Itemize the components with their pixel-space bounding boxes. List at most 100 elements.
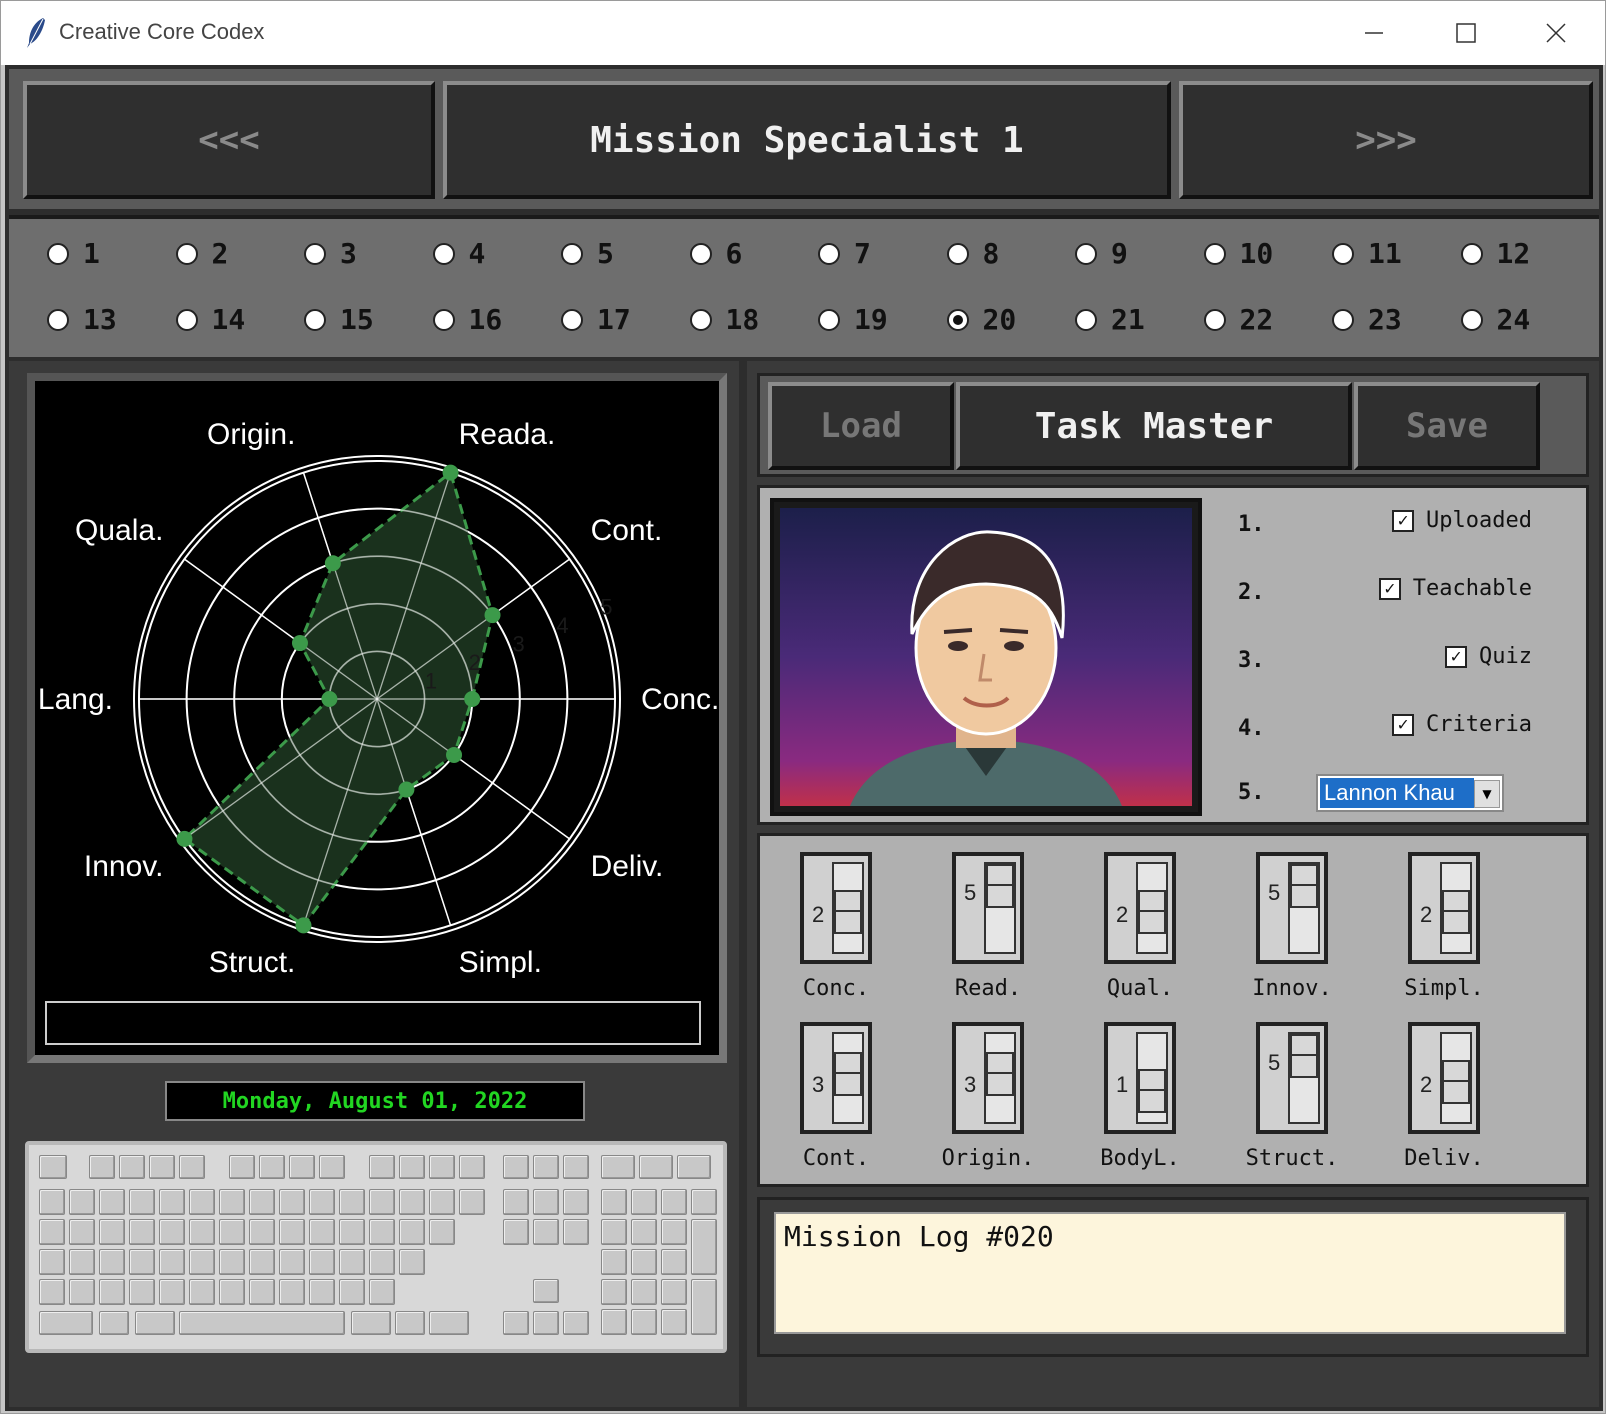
radio-button[interactable]	[1332, 308, 1354, 331]
radio-18[interactable]: 18	[689, 303, 759, 336]
chevron-down-icon[interactable]: ▼	[1474, 780, 1500, 808]
close-icon[interactable]	[1533, 11, 1579, 55]
maximize-icon[interactable]	[1443, 11, 1489, 55]
slider-thumb[interactable]	[986, 1052, 1014, 1096]
radio-button[interactable]	[1460, 308, 1483, 331]
checkbox-uploaded[interactable]: ✓ Uploaded	[1392, 508, 1532, 533]
radar-ring-label: 2	[469, 650, 481, 675]
slider-simpl[interactable]: 2	[1408, 852, 1480, 964]
keyboard-key	[129, 1249, 155, 1275]
radio-8[interactable]: 8	[946, 237, 999, 270]
slider-innov[interactable]: 5	[1256, 852, 1328, 964]
radio-button[interactable]	[689, 242, 712, 265]
checkmark-icon[interactable]: ✓	[1392, 713, 1415, 736]
radio-button[interactable]	[432, 308, 455, 331]
radio-button[interactable]	[946, 242, 969, 265]
radio-button[interactable]	[304, 242, 326, 265]
slider-thumb[interactable]	[834, 1052, 862, 1096]
load-button[interactable]: Load	[768, 382, 954, 470]
radio-button[interactable]	[561, 308, 583, 331]
slider-thumb[interactable]	[1442, 1060, 1470, 1104]
slider-thumb[interactable]	[1138, 1069, 1166, 1113]
slider-track[interactable]	[1136, 862, 1168, 954]
radio-button[interactable]	[1460, 242, 1483, 265]
radio-button[interactable]	[304, 308, 326, 331]
radio-20[interactable]: 20	[946, 303, 1016, 336]
radio-21[interactable]: 21	[1075, 303, 1145, 336]
radio-button[interactable]	[432, 242, 455, 265]
slider-thumb[interactable]	[1442, 890, 1470, 934]
slider-track[interactable]	[832, 862, 864, 954]
slider-thumb[interactable]	[986, 864, 1014, 908]
radio-button[interactable]	[47, 242, 69, 265]
radio-10[interactable]: 10	[1203, 237, 1273, 270]
checkmark-icon[interactable]: ✓	[1378, 577, 1401, 600]
radio-button[interactable]	[47, 308, 69, 331]
checkmark-icon[interactable]: ✓	[1445, 645, 1468, 668]
slider-qual[interactable]: 2	[1104, 852, 1176, 964]
radio-23[interactable]: 23	[1332, 303, 1402, 336]
slider-track[interactable]	[984, 862, 1016, 954]
slider-track[interactable]	[1288, 1032, 1320, 1124]
slider-thumb[interactable]	[1138, 890, 1166, 934]
radio-2[interactable]: 2	[175, 237, 228, 270]
radio-button[interactable]	[561, 242, 583, 265]
slider-thumb[interactable]	[1290, 864, 1318, 908]
radio-button[interactable]	[1075, 242, 1097, 265]
radio-button[interactable]	[1203, 242, 1226, 265]
slider-conc[interactable]: 2	[800, 852, 872, 964]
slider-thumb[interactable]	[834, 890, 862, 934]
radio-button[interactable]	[1075, 308, 1097, 331]
radio-button[interactable]	[818, 308, 840, 331]
mission-log-textarea[interactable]: Mission Log #020	[774, 1212, 1566, 1334]
radio-13[interactable]: 13	[47, 303, 117, 336]
slider-thumb[interactable]	[1290, 1034, 1318, 1078]
radio-19[interactable]: 19	[818, 303, 888, 336]
slider-track[interactable]	[1440, 862, 1472, 954]
slider-origin[interactable]: 3	[952, 1022, 1024, 1134]
radio-6[interactable]: 6	[689, 237, 742, 270]
save-button[interactable]: Save	[1354, 382, 1540, 470]
minimize-icon[interactable]	[1351, 11, 1397, 55]
radio-5[interactable]: 5	[561, 237, 614, 270]
radio-button[interactable]	[175, 308, 198, 331]
checkbox-quiz[interactable]: ✓ Quiz	[1445, 644, 1532, 669]
checkmark-icon[interactable]: ✓	[1392, 509, 1415, 532]
radio-12[interactable]: 12	[1460, 237, 1530, 270]
radio-15[interactable]: 15	[304, 303, 374, 336]
slider-track[interactable]	[984, 1032, 1016, 1124]
radio-24[interactable]: 24	[1460, 303, 1530, 336]
slider-cont[interactable]: 3	[800, 1022, 872, 1134]
tab-task-master[interactable]: Task Master	[956, 382, 1352, 470]
radio-16[interactable]: 16	[432, 303, 502, 336]
radio-17[interactable]: 17	[561, 303, 631, 336]
slider-bodyl[interactable]: 1	[1104, 1022, 1176, 1134]
keyboard-key	[259, 1155, 285, 1179]
slider-deliv[interactable]: 2	[1408, 1022, 1480, 1134]
radio-button[interactable]	[1332, 242, 1354, 265]
radio-button[interactable]	[1203, 308, 1226, 331]
radio-button[interactable]	[818, 242, 840, 265]
radio-9[interactable]: 9	[1075, 237, 1128, 270]
radio-4[interactable]: 4	[432, 237, 485, 270]
next-button[interactable]: >>>	[1179, 81, 1593, 199]
slider-track[interactable]	[1288, 862, 1320, 954]
slider-track[interactable]	[1440, 1032, 1472, 1124]
checkbox-criteria[interactable]: ✓ Criteria	[1392, 712, 1532, 737]
radio-button[interactable]	[689, 308, 712, 331]
slider-track[interactable]	[832, 1032, 864, 1124]
radio-button[interactable]	[175, 242, 198, 265]
specialist-name-select[interactable]: Lannon Khau ▼	[1316, 774, 1504, 812]
prev-button[interactable]: <<<	[23, 81, 435, 199]
radio-button[interactable]	[946, 308, 969, 331]
radio-14[interactable]: 14	[175, 303, 245, 336]
slider-struct[interactable]: 5	[1256, 1022, 1328, 1134]
radio-11[interactable]: 11	[1332, 237, 1402, 270]
radio-3[interactable]: 3	[304, 237, 357, 270]
slider-read[interactable]: 5	[952, 852, 1024, 964]
radio-22[interactable]: 22	[1203, 303, 1273, 336]
radio-7[interactable]: 7	[818, 237, 871, 270]
checkbox-teachable[interactable]: ✓ Teachable	[1378, 576, 1532, 601]
radio-1[interactable]: 1	[47, 237, 100, 270]
slider-track[interactable]	[1136, 1032, 1168, 1124]
